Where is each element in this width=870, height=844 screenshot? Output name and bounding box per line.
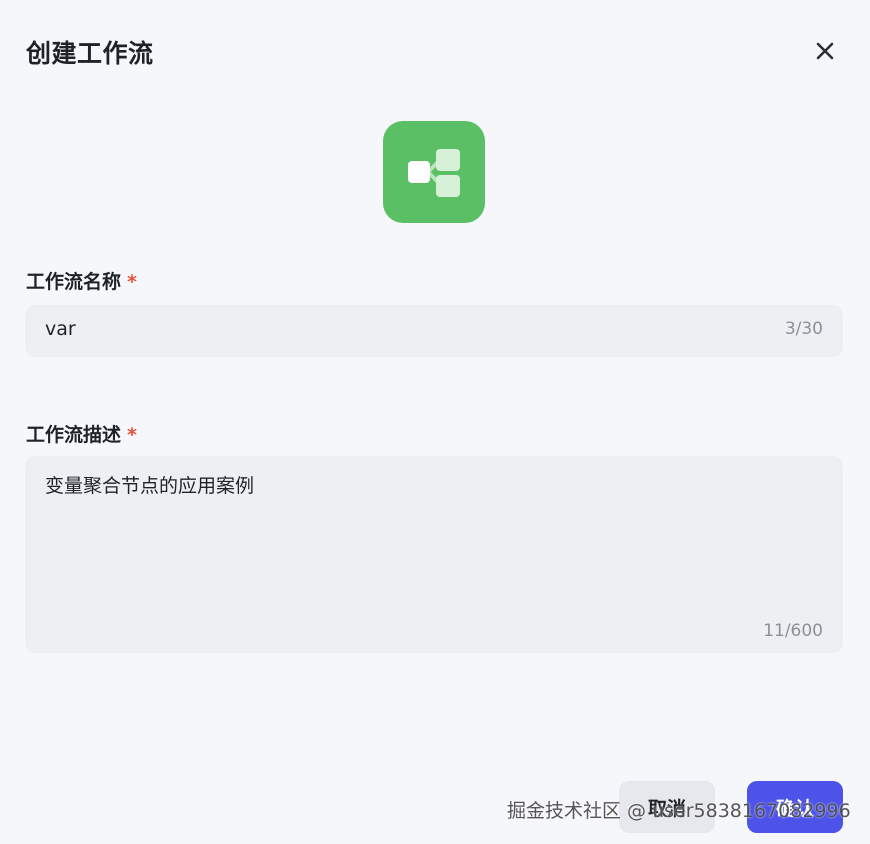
required-mark: * <box>127 271 137 293</box>
workflow-desc-counter: 11/600 <box>763 621 823 641</box>
workflow-desc-value: 变量聚合节点的应用案例 <box>45 475 255 497</box>
workflow-name-label-text: 工作流名称 <box>26 271 122 293</box>
cancel-button[interactable]: 取消 <box>619 781 715 833</box>
required-mark: * <box>127 424 137 446</box>
dialog-title: 创建工作流 <box>26 39 154 68</box>
close-icon <box>816 42 834 60</box>
workflow-app-icon[interactable] <box>383 121 485 223</box>
workflow-name-counter: 3/30 <box>784 319 823 339</box>
workflow-name-value: var <box>45 318 76 340</box>
create-workflow-dialog: 创建工作流 工作流名称 * var 3/30 工作流描述 * 变量聚合节点的应用案例… <box>0 0 870 844</box>
workflow-desc-label-text: 工作流描述 <box>26 424 122 446</box>
workflow-desc-textarea[interactable]: 变量聚合节点的应用案例 11/600 <box>25 456 843 653</box>
workflow-desc-label: 工作流描述 * <box>26 420 137 447</box>
workflow-icon <box>408 149 460 197</box>
close-button[interactable] <box>812 38 838 64</box>
workflow-name-label: 工作流名称 * <box>26 267 137 294</box>
confirm-button[interactable]: 确认 <box>747 781 843 833</box>
workflow-name-input[interactable]: var 3/30 <box>25 305 843 357</box>
